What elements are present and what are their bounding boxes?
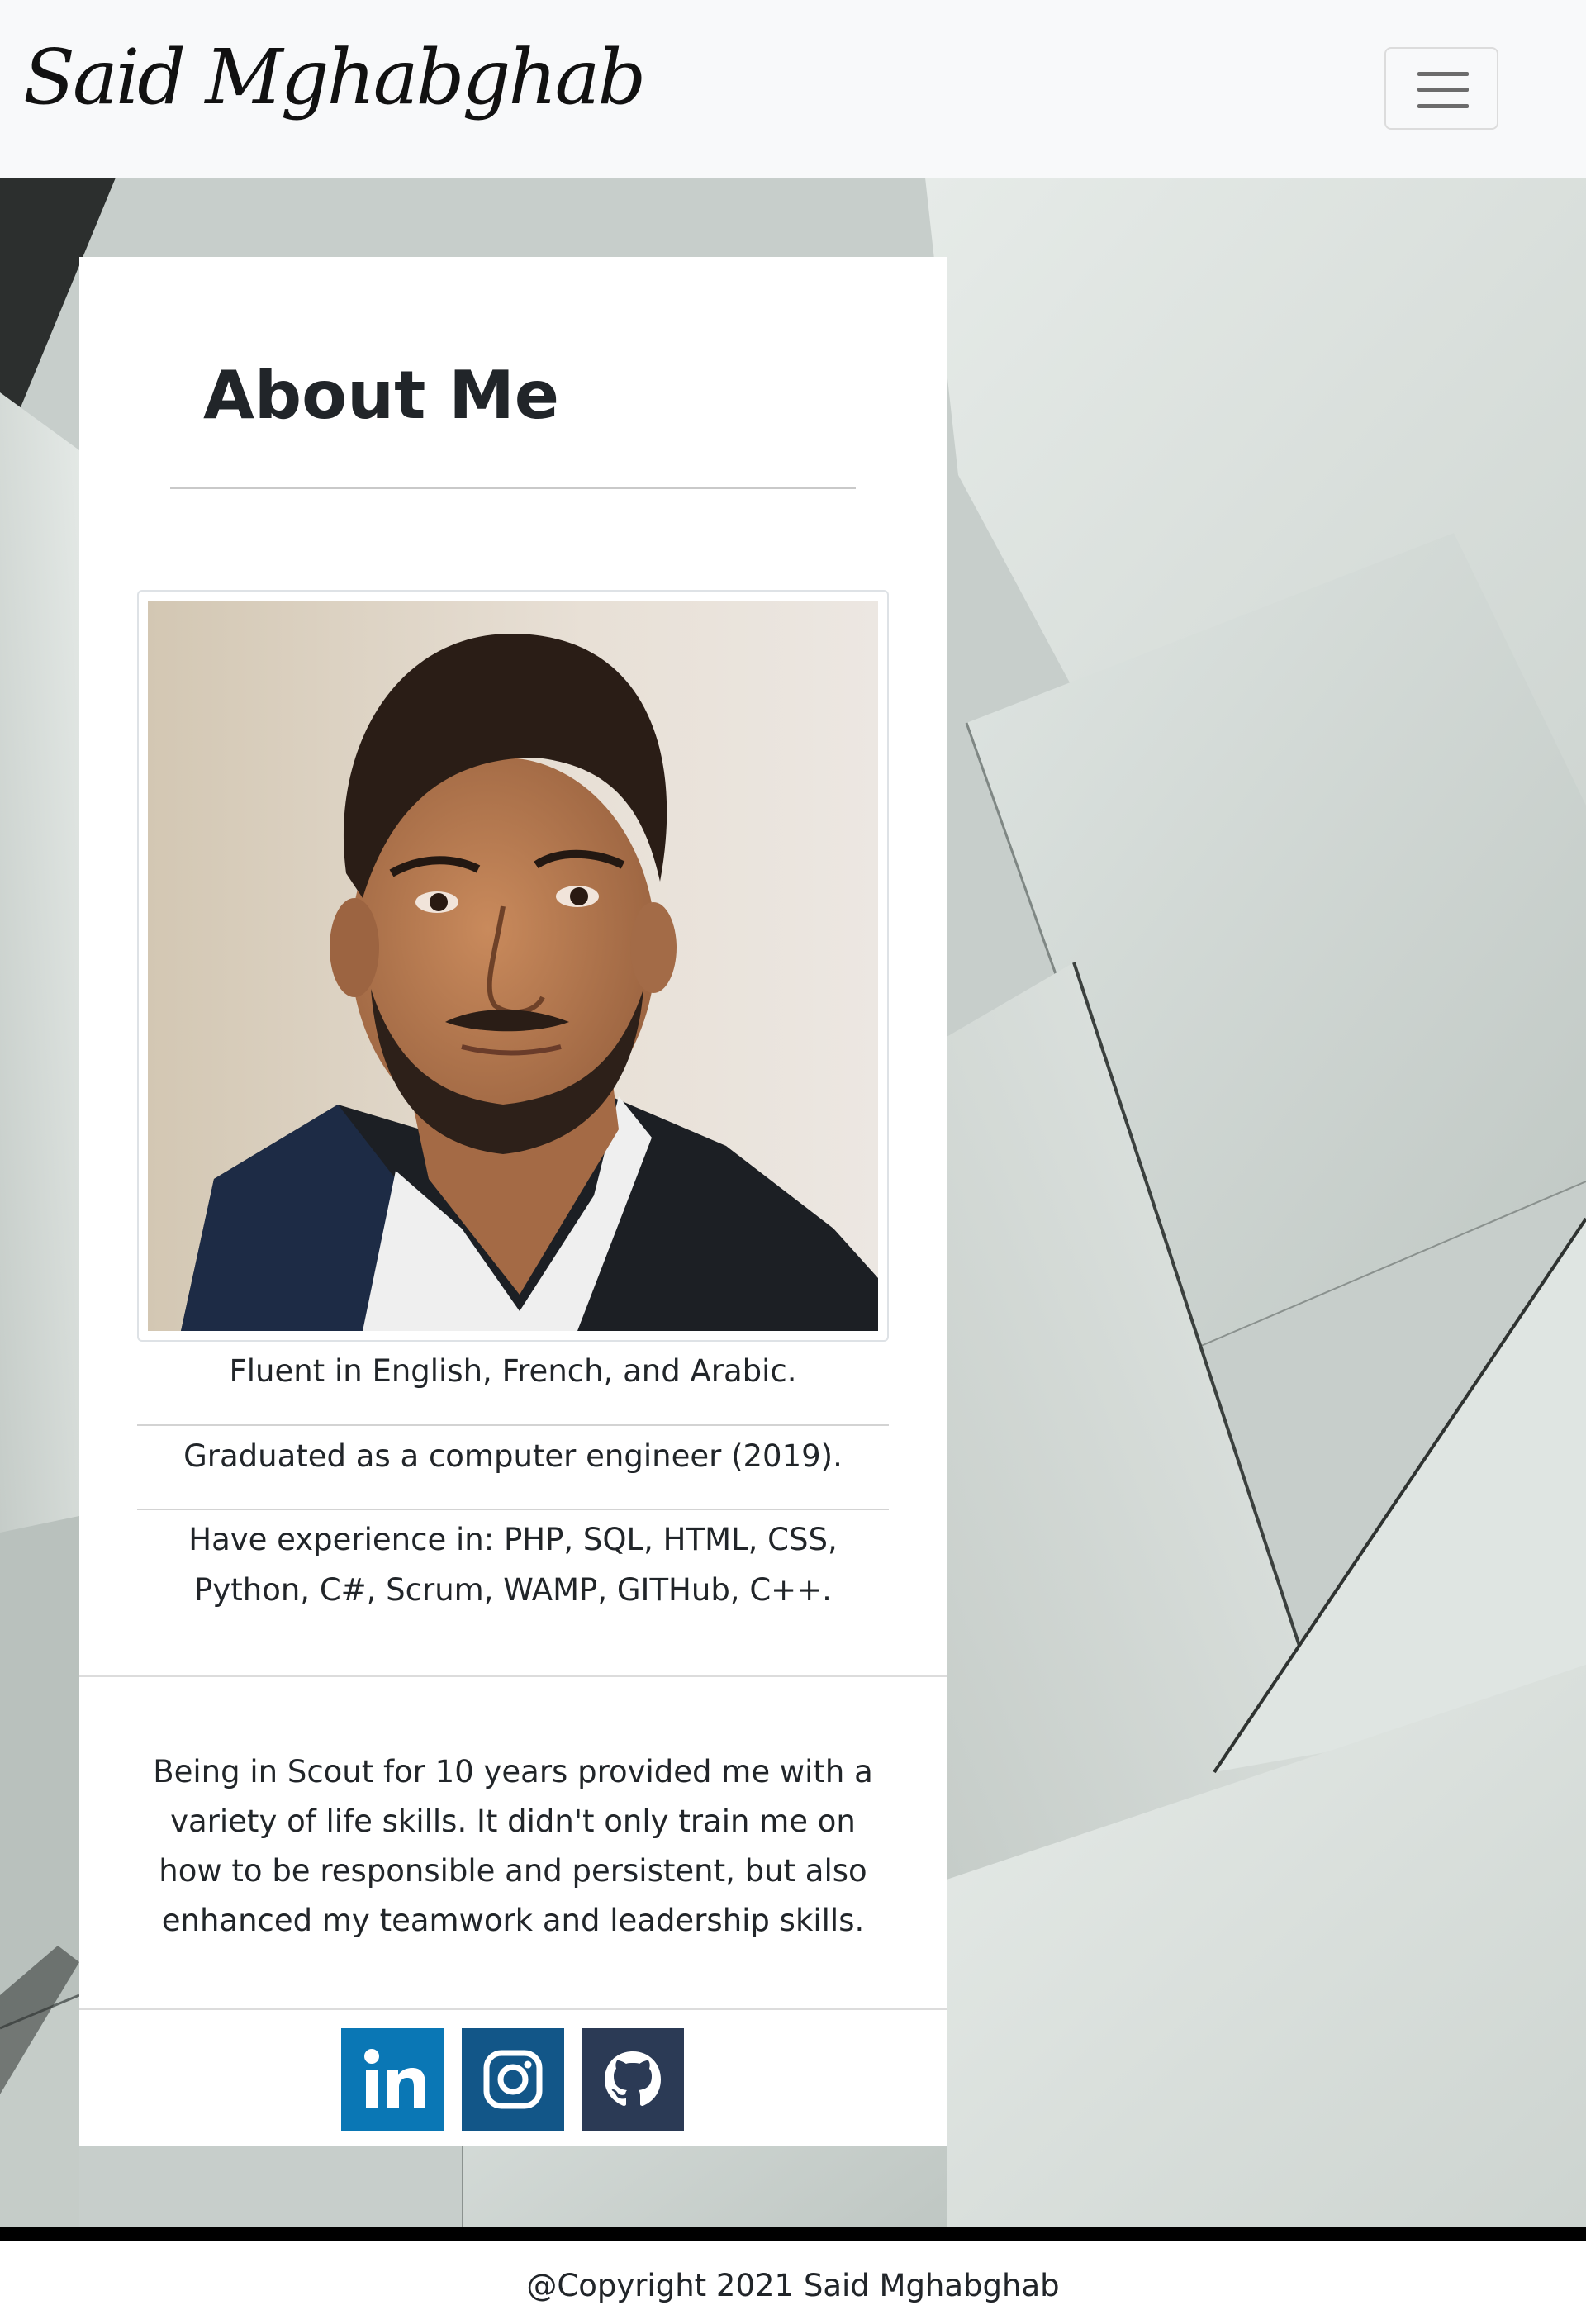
title-divider (170, 487, 856, 489)
card-section-divider (79, 1675, 947, 1677)
profile-photo (148, 601, 878, 1331)
instagram-icon (462, 2028, 564, 2131)
fact-experience: Have experience in: PHP, SQL, HTML, CSS,… (188, 1522, 838, 1608)
about-card: About Me Fluent in English, French, and … (79, 257, 947, 2146)
brand-logo[interactable]: Said Mghabghab (23, 28, 646, 127)
footer: @Copyright 2021 Said Mghabghab (0, 2241, 1586, 2324)
background-bottom-bar (0, 2227, 1586, 2241)
linkedin-button[interactable] (341, 2028, 444, 2131)
fact-divider (137, 1424, 889, 1426)
instagram-button[interactable] (462, 2028, 564, 2131)
page-title: About Me (203, 357, 560, 434)
fact-divider (137, 1509, 889, 1510)
navbar: Said Mghabghab (0, 0, 1586, 178)
github-button[interactable] (582, 2028, 684, 2131)
fact-education: Graduated as a computer engineer (2019). (183, 1438, 843, 1474)
navbar-toggler-button[interactable] (1384, 47, 1498, 130)
hamburger-menu-icon (1417, 72, 1469, 108)
linkedin-icon (341, 2028, 444, 2131)
scout-description: Being in Scout for 10 years provided me … (153, 1754, 873, 1938)
card-footer-divider (79, 2008, 947, 2010)
profile-photo-frame (137, 590, 889, 1342)
fact-languages: Fluent in English, French, and Arabic. (229, 1353, 797, 1389)
copyright-text: @Copyright 2021 Said Mghabghab (526, 2268, 1060, 2303)
github-icon (582, 2028, 684, 2131)
